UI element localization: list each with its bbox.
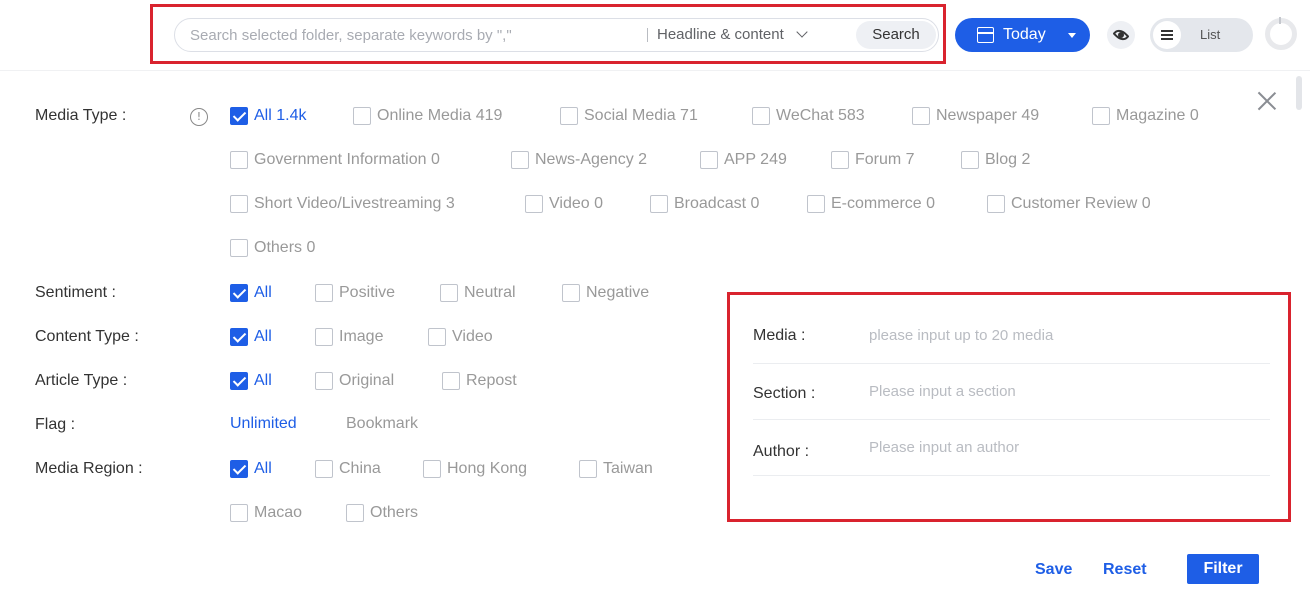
flag-option-bookmark[interactable]: Bookmark (346, 414, 418, 434)
search-scope-label: Headline & content (657, 26, 784, 43)
media-type-option[interactable]: News-Agency 2 (511, 149, 647, 171)
calendar-icon (977, 27, 994, 43)
media-type-option[interactable]: Forum 7 (831, 149, 915, 171)
top-bar: Headline & content Search Today List (0, 0, 1310, 70)
close-icon[interactable] (1255, 89, 1279, 113)
media-type-option[interactable]: Others 0 (230, 237, 315, 259)
media-type-label: Media Type : (35, 107, 127, 124)
search-input[interactable] (190, 19, 640, 51)
media-type-option[interactable]: E-commerce 0 (807, 193, 935, 215)
media-type-option[interactable]: Social Media 71 (560, 105, 698, 127)
media-type-option[interactable]: Customer Review 0 (987, 193, 1151, 215)
search-bar: Headline & content Search (174, 18, 939, 52)
media-type-option[interactable]: Short Video/Livestreaming 3 (230, 193, 455, 215)
eye-pupil (1118, 32, 1124, 38)
media-type-option[interactable]: Magazine 0 (1092, 105, 1199, 127)
media-type-option[interactable]: Broadcast 0 (650, 193, 759, 215)
article-type-label: Article Type : (35, 372, 128, 389)
media-type-option[interactable]: All 1.4k (230, 105, 306, 127)
media-region-option[interactable]: All (230, 458, 272, 480)
author-input[interactable] (869, 432, 1259, 462)
content-type-option[interactable]: Video (428, 326, 493, 348)
chevron-down-icon (796, 26, 808, 38)
sentiment-option[interactable]: All (230, 282, 272, 304)
section-field-row: Section : (753, 364, 1270, 420)
list-view-icon (1153, 21, 1181, 49)
section-input[interactable] (869, 376, 1259, 406)
media-region-label: Media Region : (35, 460, 143, 477)
media-region-option[interactable]: Taiwan (579, 458, 653, 480)
media-type-option[interactable]: Government Information 0 (230, 149, 440, 171)
date-filter-button[interactable]: Today (955, 18, 1090, 52)
content-type-option[interactable]: All (230, 326, 272, 348)
media-type-option[interactable]: WeChat 583 (752, 105, 865, 127)
search-divider (647, 28, 648, 42)
search-scope-select[interactable]: Headline & content (657, 19, 808, 51)
date-filter-label: Today (1003, 26, 1046, 43)
section-field-label: Section : (753, 385, 816, 402)
scrollbar-thumb[interactable] (1296, 76, 1302, 110)
view-mode-toggle[interactable]: List (1150, 18, 1253, 52)
media-input[interactable] (869, 320, 1259, 350)
media-field-row: Media : (753, 308, 1270, 364)
content-type-option[interactable]: Image (315, 326, 383, 348)
sentiment-option[interactable]: Negative (562, 282, 649, 304)
media-type-option[interactable]: Video 0 (525, 193, 603, 215)
author-field-row: Author : (753, 420, 1270, 476)
sentiment-option[interactable]: Neutral (440, 282, 516, 304)
article-type-option[interactable]: All (230, 370, 272, 392)
divider (0, 70, 1310, 71)
filter-button[interactable]: Filter (1187, 554, 1259, 584)
media-region-option[interactable]: China (315, 458, 381, 480)
caret-down-icon (1068, 33, 1076, 38)
info-icon[interactable]: ! (190, 108, 208, 126)
loading-spinner-icon (1265, 17, 1297, 50)
author-field-label: Author : (753, 443, 810, 460)
flag-option-unlimited[interactable]: Unlimited (230, 414, 297, 434)
media-region-option[interactable]: Others (346, 502, 418, 524)
article-type-option[interactable]: Repost (442, 370, 517, 392)
save-button[interactable]: Save (1035, 558, 1072, 582)
preview-toggle-button[interactable] (1107, 21, 1135, 49)
content-type-label: Content Type : (35, 328, 139, 345)
view-mode-label: List (1200, 27, 1221, 42)
search-button[interactable]: Search (856, 21, 936, 49)
sentiment-option[interactable]: Positive (315, 282, 395, 304)
media-region-option[interactable]: Macao (230, 502, 302, 524)
flag-label: Flag : (35, 416, 76, 433)
sentiment-label: Sentiment : (35, 284, 116, 301)
article-type-option[interactable]: Original (315, 370, 394, 392)
media-region-option[interactable]: Hong Kong (423, 458, 527, 480)
media-type-option[interactable]: Blog 2 (961, 149, 1030, 171)
media-type-option[interactable]: Newspaper 49 (912, 105, 1039, 127)
reset-button[interactable]: Reset (1103, 558, 1147, 582)
media-field-label: Media : (753, 327, 806, 344)
media-type-option[interactable]: Online Media 419 (353, 105, 502, 127)
media-type-option[interactable]: APP 249 (700, 149, 787, 171)
